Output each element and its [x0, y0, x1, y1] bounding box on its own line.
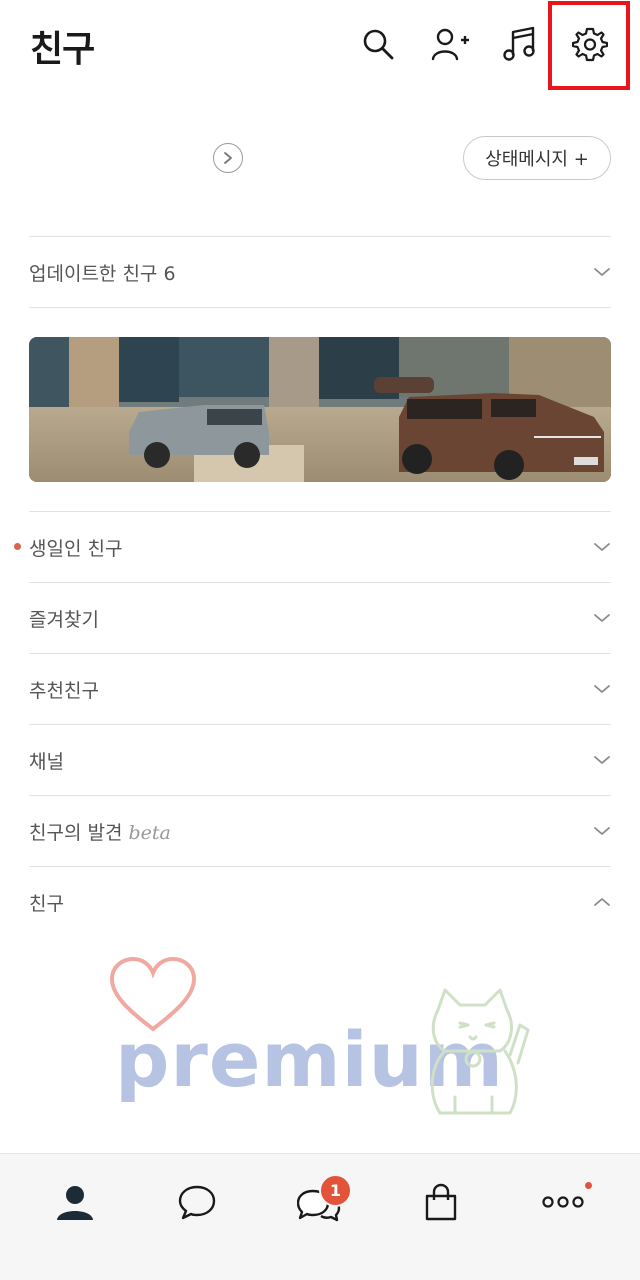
status-message-button[interactable]: 상태메시지 + — [463, 136, 611, 180]
section-friends[interactable]: 친구 — [29, 867, 611, 937]
lucky-cat-icon — [430, 988, 530, 1115]
shopping-tab[interactable] — [419, 1180, 463, 1224]
shopping-bag-icon — [425, 1183, 457, 1221]
chevron-down-icon — [594, 827, 610, 835]
profile-status-row: 상태메시지 + — [0, 136, 640, 182]
chevron-down-icon — [594, 268, 610, 276]
person-icon — [57, 1186, 93, 1220]
chevron-down-icon — [594, 756, 610, 764]
section-label-text: 친구의 발견 — [29, 822, 123, 844]
section-channels[interactable]: 채널 — [29, 725, 611, 795]
notification-badge: 1 — [319, 1174, 352, 1207]
friends-tab[interactable] — [53, 1180, 97, 1224]
chevron-down-icon — [594, 543, 610, 551]
beta-tag: beta — [128, 822, 171, 844]
banner-ad-image[interactable] — [29, 337, 611, 482]
system-navigation-bar — [0, 1244, 640, 1280]
chat-bubble-icon — [178, 1185, 216, 1220]
section-label: 친구의 발견 beta — [29, 818, 171, 845]
page-title: 친구 — [30, 29, 95, 70]
section-label: 생일인 친구 — [29, 538, 123, 560]
section-label: 추천친구 — [29, 680, 99, 702]
search-icon[interactable] — [358, 24, 398, 64]
premium-watermark: premium — [100, 955, 540, 1125]
section-label: 즐겨찾기 — [29, 609, 99, 631]
settings-highlight-box — [548, 1, 630, 90]
chats-tab[interactable] — [175, 1180, 219, 1224]
section-label: 친구 — [29, 893, 64, 915]
divider — [29, 307, 611, 308]
chevron-down-icon — [594, 614, 610, 622]
top-header: 친구 — [0, 0, 640, 92]
more-new-dot — [585, 1182, 592, 1189]
bottom-navigation: 1 — [0, 1153, 640, 1244]
new-indicator-dot — [14, 543, 21, 550]
music-icon[interactable] — [500, 24, 540, 64]
chevron-down-icon — [594, 685, 610, 693]
section-favorites[interactable]: 즐겨찾기 — [29, 583, 611, 653]
section-recommended-friends[interactable]: 추천친구 — [29, 654, 611, 724]
chevron-up-icon — [594, 898, 610, 906]
section-birthday-friends[interactable]: 생일인 친구 — [29, 512, 611, 582]
more-dots-icon — [542, 1196, 584, 1208]
section-label: 채널 — [29, 751, 64, 773]
section-label: 업데이트한 친구 6 — [29, 263, 176, 285]
chevron-right-icon[interactable] — [213, 143, 243, 173]
add-friend-icon[interactable] — [430, 24, 470, 64]
section-updated-friends[interactable]: 업데이트한 친구 6 — [29, 237, 611, 307]
more-tab[interactable] — [541, 1180, 585, 1224]
section-friend-discovery[interactable]: 친구의 발견 beta — [29, 796, 611, 866]
